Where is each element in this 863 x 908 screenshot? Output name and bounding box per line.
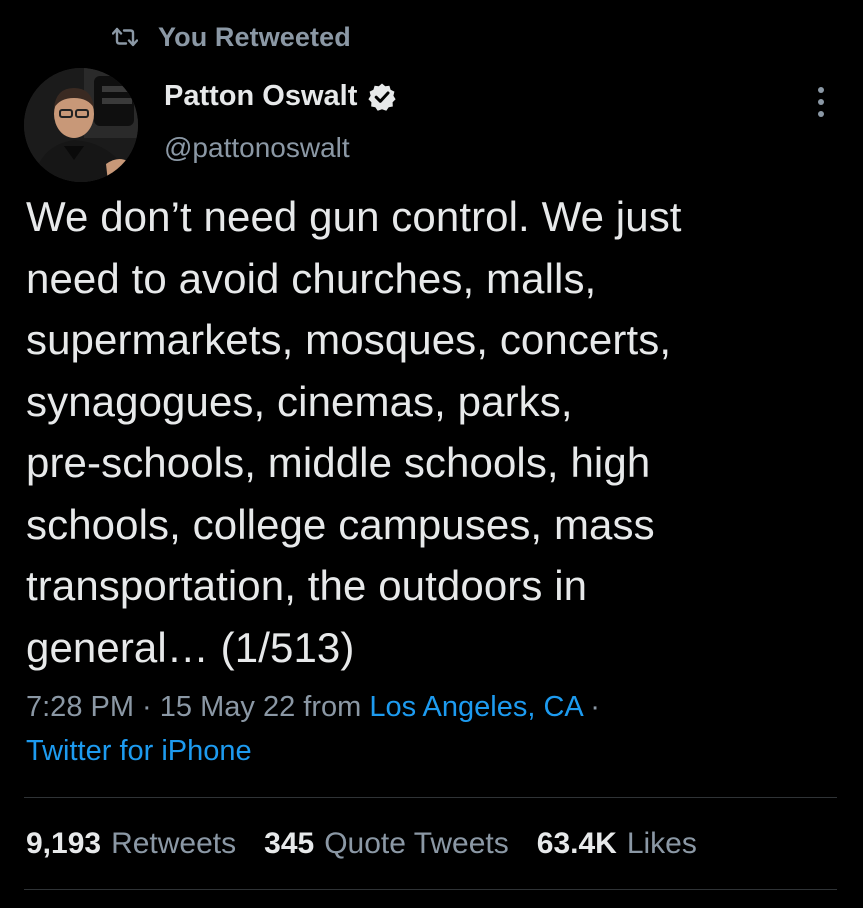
likes-count: 63.4K <box>536 827 617 860</box>
likes-stat[interactable]: 63.4K Likes <box>537 822 697 866</box>
retweet-icon <box>112 26 138 48</box>
retweets-stat[interactable]: 9,193 Retweets <box>26 822 236 866</box>
tweet-detail: You Retweeted Patton Oswalt @pattonoswal <box>0 0 863 908</box>
tweet-text: We don’t need gun control. We just need … <box>26 193 682 671</box>
quote-tweets-label: Quote Tweets <box>324 827 509 860</box>
tweet-source-link[interactable]: Twitter for iPhone <box>26 730 252 772</box>
more-options-button[interactable] <box>806 84 836 120</box>
meta-separator: · <box>134 691 160 723</box>
more-dot-icon <box>818 111 824 117</box>
tweet-date[interactable]: 15 May 22 <box>160 691 295 723</box>
author-name-row: Patton Oswalt <box>164 80 397 113</box>
more-dot-icon <box>818 87 824 93</box>
tweet-location-link[interactable]: Los Angeles, CA <box>369 691 582 723</box>
avatar[interactable] <box>24 68 138 182</box>
meta-from: from <box>295 691 370 723</box>
likes-label: Likes <box>626 827 697 860</box>
retweet-label[interactable]: You Retweeted <box>158 22 351 53</box>
retweets-label: Retweets <box>111 827 237 860</box>
retweet-header: You Retweeted <box>112 18 351 56</box>
tweet-meta: 7:28 PM · 15 May 22 from Los Angeles, CA… <box>26 686 600 728</box>
divider <box>24 797 837 798</box>
divider <box>24 889 837 890</box>
meta-separator: · <box>582 691 600 723</box>
author-display-name[interactable]: Patton Oswalt <box>164 80 357 113</box>
more-dot-icon <box>818 99 824 105</box>
tweet-stats: 9,193 Retweets 345 Quote Tweets 63.4K Likes <box>26 822 697 866</box>
retweets-count: 9,193 <box>26 827 102 860</box>
quote-tweets-count: 345 <box>264 827 315 860</box>
author-handle[interactable]: @pattonoswalt <box>164 132 350 164</box>
tweet-time[interactable]: 7:28 PM <box>26 691 134 723</box>
quote-tweets-stat[interactable]: 345 Quote Tweets <box>264 822 509 866</box>
verified-badge-icon <box>367 82 397 112</box>
